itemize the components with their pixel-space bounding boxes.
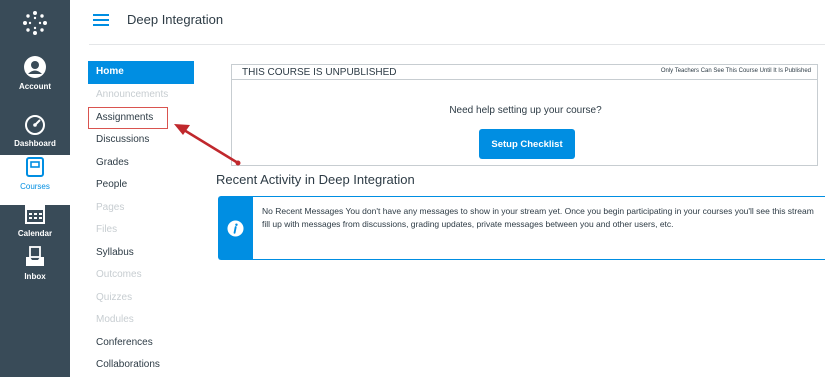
course-nav: Home Announcements Assignments Discussio… [88, 61, 194, 377]
course-nav-pages[interactable]: Pages [88, 197, 194, 220]
unpublished-note: Only Teachers Can See This Course Until … [660, 68, 811, 74]
alert-icon-bar [219, 197, 253, 259]
unpublished-notice-header: THIS COURSE IS UNPUBLISHED Only Teachers… [232, 65, 817, 80]
hamburger-menu-icon[interactable] [93, 14, 109, 26]
global-nav-label: Courses [20, 182, 50, 191]
global-nav-courses[interactable]: Courses [0, 155, 70, 205]
course-nav-collaborations[interactable]: Collaborations [88, 354, 194, 377]
account-icon [24, 56, 46, 78]
course-nav-conferences[interactable]: Conferences [88, 332, 194, 355]
setup-help-text: Need help setting up your course? [449, 105, 602, 116]
header-divider [89, 44, 825, 45]
course-nav-syllabus[interactable]: Syllabus [88, 242, 194, 265]
unpublished-notice: THIS COURSE IS UNPUBLISHED Only Teachers… [231, 64, 818, 166]
inbox-icon [26, 246, 44, 266]
no-messages-alert: No Recent Messages You don't have any me… [218, 196, 825, 260]
setup-checklist-button[interactable]: Setup Checklist [479, 129, 575, 159]
course-nav-files[interactable]: Files [88, 219, 194, 242]
course-nav-discussions[interactable]: Discussions [88, 129, 194, 152]
global-nav-label: Calendar [17, 229, 53, 238]
courses-icon [26, 157, 44, 177]
course-nav-people[interactable]: People [88, 174, 194, 197]
course-nav-modules[interactable]: Modules [88, 309, 194, 332]
course-nav-announcements[interactable]: Announcements [88, 84, 194, 107]
no-messages-text: No Recent Messages You don't have any me… [262, 206, 814, 229]
calendar-icon [25, 205, 45, 224]
canvas-logo-icon[interactable] [22, 10, 48, 36]
info-icon [227, 220, 244, 237]
course-nav-outcomes[interactable]: Outcomes [88, 264, 194, 287]
breadcrumb[interactable]: Deep Integration [127, 12, 223, 27]
global-nav-label: Dashboard [14, 139, 56, 148]
dashboard-icon [25, 115, 45, 135]
course-nav-grades[interactable]: Grades [88, 152, 194, 175]
global-nav: Account Dashboard Courses Calendar Inbox [0, 0, 70, 377]
course-nav-assignments[interactable]: Assignments [88, 106, 168, 129]
recent-activity-title: Recent Activity in Deep Integration [216, 172, 415, 187]
global-nav-account[interactable]: Account [0, 55, 70, 105]
global-nav-label: Inbox [24, 272, 46, 281]
global-nav-label: Account [19, 82, 51, 91]
unpublished-title: THIS COURSE IS UNPUBLISHED [242, 67, 397, 78]
course-nav-quizzes[interactable]: Quizzes [88, 287, 194, 310]
course-nav-home[interactable]: Home [88, 61, 194, 84]
global-nav-inbox[interactable]: Inbox [0, 245, 70, 295]
